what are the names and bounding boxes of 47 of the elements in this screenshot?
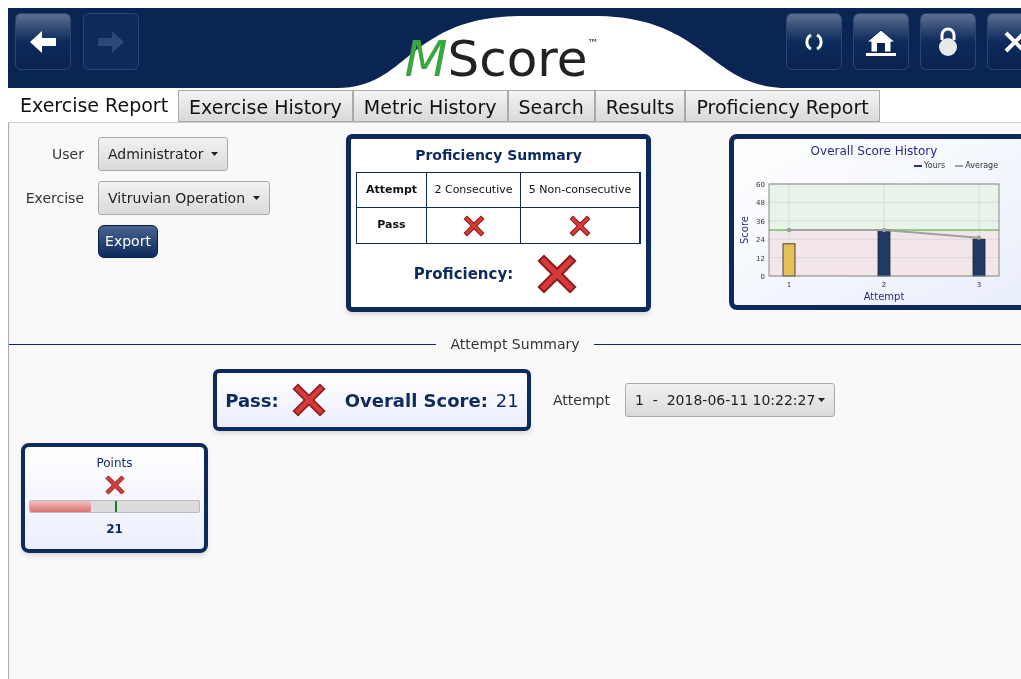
table-header-cell: 2 Consecutive [427,173,521,208]
right-arrow-icon [96,28,126,55]
tab[interactable]: Results [594,90,686,122]
x-axis-title: Attempt [863,291,905,302]
tab[interactable]: Search [507,90,595,122]
filter-label: User [51,144,85,164]
score-value: 21 [495,388,519,413]
average-point [786,227,792,233]
caret-icon [817,398,825,402]
back-button[interactable] [15,13,71,70]
attempt-dropdown[interactable]: 1 - 2018-06-11 10:22:27 [624,383,835,417]
average-point [976,235,982,240]
chart-title: Overall Score History [810,143,938,160]
padlock-icon [937,26,959,57]
table-header-cell: 5 Non-consecutive [521,173,640,208]
dropdown[interactable]: Vitruvian Operation [98,181,271,215]
close-icon [1003,29,1021,54]
average-point [881,227,887,233]
table-header-cell: Attempt [357,173,427,208]
score-label: Overall Score: [344,388,488,413]
lock-button[interactable] [920,13,976,70]
table-row-header: Pass [357,208,427,243]
tab[interactable]: Exercise History [178,90,353,122]
logo: MScore™ [404,30,599,88]
dropdown[interactable]: Administrator [98,137,229,171]
tab[interactable]: Proficiency Report [685,90,880,122]
left-arrow-icon [28,28,58,55]
home-button[interactable] [853,13,909,70]
tab[interactable]: Metric History [352,90,508,122]
score-bar [877,229,891,277]
export-button[interactable]: Export [98,225,158,258]
metric-name: Points [96,455,133,472]
section-title: Attempt Summary [449,335,581,354]
legend-item: Average [955,160,999,172]
score-bar [782,243,796,277]
pass-label: Pass: [225,388,279,413]
attempt-label: Attempt [553,390,610,410]
legend-item: Yours [914,160,946,172]
score-bar [972,238,986,277]
filter-label: Exercise [24,188,85,208]
refresh-button[interactable] [786,13,842,70]
proficiency-label: Proficiency: [413,263,514,285]
caret-icon [253,196,261,200]
metric-value: 21 [106,521,123,538]
card-title: Proficiency Summary [415,146,582,165]
y-axis-title: Score [739,216,750,244]
caret-icon [211,152,219,156]
